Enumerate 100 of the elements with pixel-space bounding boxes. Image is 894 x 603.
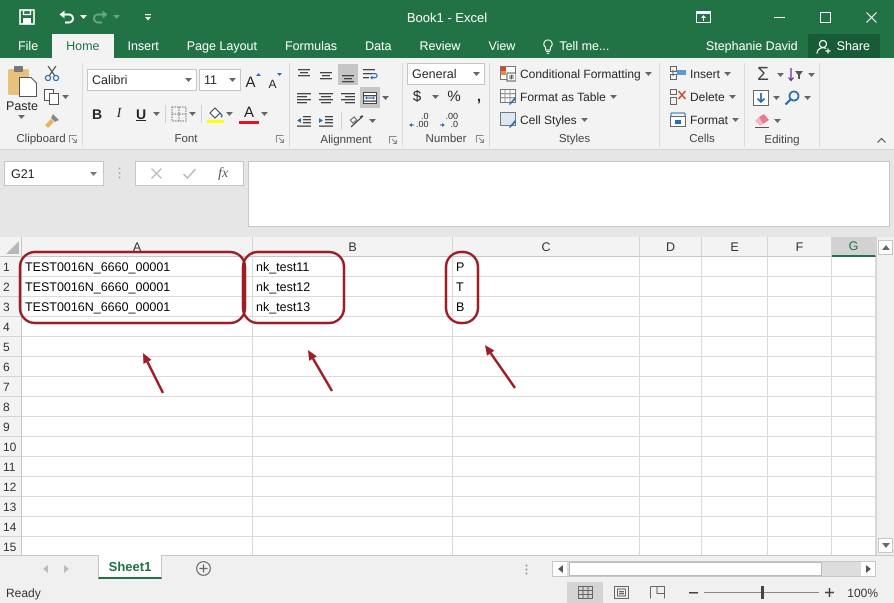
- caret-icon[interactable]: [432, 94, 439, 98]
- zoom-in-icon[interactable]: [825, 588, 834, 597]
- row-header[interactable]: 14: [0, 517, 22, 537]
- ribbon-options-icon[interactable]: [696, 11, 711, 23]
- column-header[interactable]: G: [832, 237, 876, 257]
- paste-button[interactable]: Paste: [4, 63, 44, 131]
- merge-icon[interactable]: [362, 90, 378, 106]
- dialog-launcher-icon[interactable]: [476, 135, 484, 143]
- format-button[interactable]: Format: [670, 108, 740, 131]
- shrink-font-button[interactable]: A: [265, 70, 285, 90]
- caret-icon[interactable]: [90, 172, 97, 176]
- conditional-button[interactable]: Conditional Formatting: [500, 63, 652, 86]
- fill-down-icon[interactable]: [753, 90, 769, 106]
- caret-icon[interactable]: [777, 72, 784, 76]
- increase-decimal-button[interactable]: .0 .00: [407, 109, 431, 130]
- number-format-field[interactable]: General: [407, 63, 485, 85]
- caret-icon[interactable]: [80, 15, 87, 19]
- caret-icon[interactable]: [773, 96, 780, 100]
- ribbon-tab[interactable]: Data: [351, 34, 406, 58]
- grip-icon[interactable]: [118, 167, 121, 179]
- vertical-scrollbar[interactable]: [876, 237, 894, 555]
- insert-button[interactable]: Insert: [670, 63, 740, 86]
- horizontal-scrollbar[interactable]: [552, 561, 876, 577]
- maximize-icon[interactable]: [820, 12, 830, 22]
- row-header[interactable]: 4: [0, 317, 22, 337]
- dialog-launcher-icon[interactable]: [69, 135, 77, 143]
- grow-font-button[interactable]: A: [243, 70, 263, 90]
- scroll-down-icon[interactable]: [882, 543, 890, 548]
- table-button[interactable]: Format as Table: [500, 86, 652, 108]
- row-header[interactable]: 15: [0, 537, 22, 555]
- customize-icon[interactable]: [144, 14, 152, 20]
- share-button[interactable]: Share: [808, 34, 880, 58]
- caret-icon[interactable]: [774, 118, 781, 122]
- underline-button[interactable]: U: [131, 104, 151, 124]
- scroll-right-icon[interactable]: [866, 565, 870, 573]
- font-size-field[interactable]: 11: [199, 69, 241, 91]
- ribbon-tab[interactable]: Page Layout: [172, 34, 271, 58]
- font-name-field[interactable]: Calibri: [87, 69, 197, 91]
- italic-button[interactable]: I: [109, 104, 129, 124]
- brush-icon[interactable]: [44, 112, 60, 129]
- ribbon-tab[interactable]: File: [4, 34, 52, 58]
- caret-icon[interactable]: [185, 78, 192, 82]
- sort-filter-icon[interactable]: [788, 66, 804, 82]
- borders-icon[interactable]: [171, 106, 187, 122]
- bold-button[interactable]: B: [87, 104, 107, 124]
- comma-button[interactable]: ,: [469, 86, 489, 107]
- font-color-button[interactable]: A: [239, 104, 259, 124]
- sheet-tab[interactable]: Sheet1: [98, 555, 162, 579]
- column-header[interactable]: C: [453, 237, 640, 257]
- page-layout-view-icon[interactable]: [614, 586, 628, 599]
- insert-function-button[interactable]: fx: [218, 166, 228, 182]
- column-header[interactable]: D: [640, 237, 702, 257]
- scroll-left-icon[interactable]: [558, 565, 562, 573]
- row-header[interactable]: 6: [0, 357, 22, 377]
- close-icon[interactable]: [866, 12, 876, 22]
- ribbon-tab[interactable]: Review: [405, 34, 474, 58]
- caret-icon[interactable]: [369, 118, 376, 122]
- slider-thumb[interactable]: [760, 586, 764, 599]
- name-box[interactable]: G21: [4, 161, 104, 186]
- formula-field[interactable]: [248, 161, 890, 227]
- caret-icon[interactable]: [808, 72, 815, 76]
- caret-icon[interactable]: [261, 112, 268, 116]
- column-header[interactable]: B: [253, 237, 453, 257]
- delete-button[interactable]: Delete: [670, 86, 740, 108]
- save-icon[interactable]: [19, 9, 35, 25]
- decrease-decimal-button[interactable]: .00 .0: [436, 109, 460, 130]
- search-icon[interactable]: [784, 90, 800, 106]
- row-header[interactable]: 12: [0, 477, 22, 497]
- orientation-icon[interactable]: [349, 112, 365, 128]
- ribbon-tab[interactable]: Home: [52, 34, 114, 58]
- caret-icon[interactable]: [62, 94, 69, 99]
- dialog-launcher-icon[interactable]: [276, 135, 284, 143]
- scroll-up-icon[interactable]: [882, 245, 890, 250]
- currency-button[interactable]: $: [407, 86, 427, 107]
- column-header[interactable]: F: [768, 237, 832, 257]
- tell-me-field[interactable]: Tell me...: [559, 39, 610, 53]
- caret-icon[interactable]: [382, 96, 389, 100]
- row-header[interactable]: 5: [0, 337, 22, 357]
- caret-icon[interactable]: [189, 112, 196, 116]
- grip-icon[interactable]: [525, 564, 528, 575]
- caret-icon[interactable]: [804, 96, 811, 100]
- wrap-icon[interactable]: [362, 66, 378, 82]
- zoom-level[interactable]: 100%: [834, 586, 894, 600]
- add-sheet-icon[interactable]: [196, 561, 211, 576]
- ribbon-tab[interactable]: Insert: [114, 34, 173, 58]
- caret-icon[interactable]: [229, 78, 236, 82]
- ribbon-tab[interactable]: Formulas: [270, 34, 352, 58]
- column-header[interactable]: E: [702, 237, 768, 257]
- dialog-launcher-icon[interactable]: [389, 136, 397, 144]
- autosum-button[interactable]: Σ: [753, 64, 773, 85]
- row-header[interactable]: 11: [0, 457, 22, 477]
- scissors-icon[interactable]: [44, 65, 60, 82]
- row-header[interactable]: 13: [0, 497, 22, 517]
- row-header[interactable]: 9: [0, 417, 22, 437]
- copy-icon[interactable]: [44, 88, 60, 105]
- undo-icon[interactable]: [59, 10, 75, 24]
- ribbon-tab[interactable]: View: [474, 34, 530, 58]
- fill-color-icon[interactable]: [207, 105, 224, 123]
- caret-icon[interactable]: [226, 112, 233, 116]
- normal-view-icon[interactable]: [578, 586, 592, 599]
